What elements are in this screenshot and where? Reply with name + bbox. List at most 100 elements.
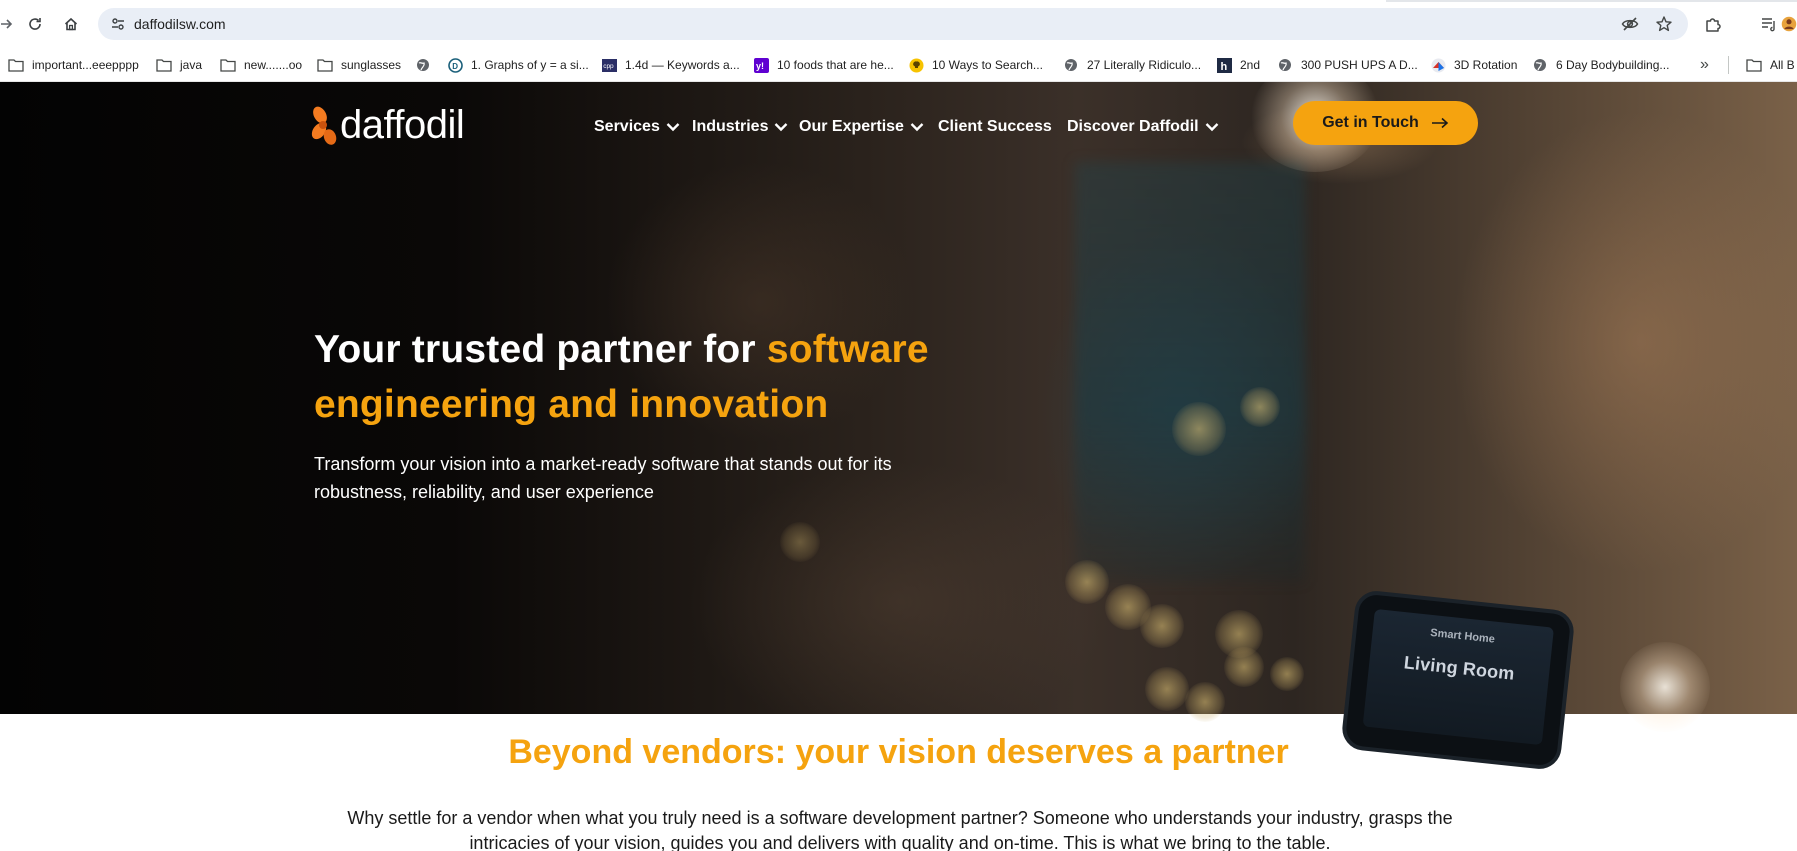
folder-icon xyxy=(156,57,172,73)
bokeh-decor xyxy=(1172,402,1226,456)
nav-label: Our Expertise xyxy=(799,118,904,135)
bookmark-bodybuilding[interactable]: 6 Day Bodybuilding... xyxy=(1532,48,1669,82)
folder-icon xyxy=(8,57,24,73)
bookmark-label: All B xyxy=(1770,58,1795,72)
bokeh-decor xyxy=(1270,657,1304,691)
globe-icon xyxy=(1277,57,1293,73)
nav-label: Industries xyxy=(692,118,769,135)
bookmark-label: 1. Graphs of y = a si... xyxy=(471,58,589,72)
bookmarks-bar: important...eeepppp java new.......oo su… xyxy=(0,48,1797,82)
daffodil-logo[interactable]: daffodil xyxy=(310,100,465,150)
light-glow-decor xyxy=(1620,642,1710,732)
bookmark-keywords[interactable]: cpp 1.4d — Keywords a... xyxy=(601,48,740,82)
hero-section: Smart Home Living Room daffodil Services xyxy=(0,82,1797,772)
phone-screen-title: Smart Home xyxy=(1429,626,1496,646)
globe-icon xyxy=(1532,57,1548,73)
bookmark-label: java xyxy=(180,58,203,72)
bookmarks-divider xyxy=(1728,56,1731,74)
browser-toolbar: daffodilsw.com xyxy=(0,0,1797,48)
tab-strip-edge xyxy=(1386,0,1797,2)
bookmark-label: 6 Day Bodybuilding... xyxy=(1556,58,1670,72)
rotation-icon xyxy=(1430,57,1446,73)
nav-label: Client Success xyxy=(938,118,1052,135)
address-bar[interactable]: daffodilsw.com xyxy=(98,8,1688,40)
bokeh-decor xyxy=(780,522,820,562)
bookmark-label: 300 PUSH UPS A D... xyxy=(1301,58,1418,72)
bookmark-push-ups[interactable]: 300 PUSH UPS A D... xyxy=(1277,48,1418,82)
folder-icon xyxy=(1746,57,1762,73)
url-text[interactable]: daffodilsw.com xyxy=(134,8,226,40)
globe-icon xyxy=(1063,57,1079,73)
svg-text:D: D xyxy=(452,61,458,70)
bokeh-decor xyxy=(1140,604,1184,648)
bookmark-label: 10 foods that are he... xyxy=(777,58,894,72)
nav-our-expertise[interactable]: Our Expertise xyxy=(799,110,924,144)
section-title: Beyond vendors: your vision deserves a p… xyxy=(508,733,1289,771)
svg-text:h: h xyxy=(1220,61,1227,73)
bookmark-ways-to-search[interactable]: 10 Ways to Search... xyxy=(908,48,1043,82)
nav-discover-daffodil[interactable]: Discover Daffodil xyxy=(1067,110,1219,144)
home-icon[interactable] xyxy=(58,11,84,37)
extensions-puzzle-icon[interactable] xyxy=(1700,11,1726,37)
site-info-icon[interactable] xyxy=(106,12,130,36)
bookmark-label: important...eeepppp xyxy=(32,58,139,72)
site-cpp-icon: cpp xyxy=(601,57,617,73)
bookmark-2nd[interactable]: h 2nd xyxy=(1216,48,1260,82)
nav-services[interactable]: Services xyxy=(594,110,680,144)
site-d-icon: D xyxy=(447,57,463,73)
nav-industries[interactable]: Industries xyxy=(692,110,788,144)
yahoo-icon: y! xyxy=(753,57,769,73)
nav-label: Discover Daffodil xyxy=(1067,118,1199,135)
folder-icon xyxy=(220,57,236,73)
bookmark-ridiculous[interactable]: 27 Literally Ridiculo... xyxy=(1063,48,1201,82)
bookmark-globe[interactable] xyxy=(415,48,439,82)
bookmark-label: 10 Ways to Search... xyxy=(932,58,1043,72)
bokeh-decor xyxy=(1065,560,1109,604)
phone-screen: Smart Home Living Room xyxy=(1362,608,1554,746)
site-header: daffodil Services Industries Our Experti… xyxy=(0,82,1797,170)
svg-text:cpp: cpp xyxy=(603,63,614,70)
logo-text: daffodil xyxy=(340,102,465,147)
reading-list-icon[interactable] xyxy=(1756,11,1782,37)
bookmark-folder-sunglasses[interactable]: sunglasses xyxy=(317,48,401,82)
globe-icon xyxy=(415,57,431,73)
bookmarks-overflow-button[interactable]: » xyxy=(1700,48,1709,82)
bookmark-folder-new[interactable]: new.......oo xyxy=(220,48,302,82)
chevron-down-icon xyxy=(774,122,788,132)
bookmark-folder-important[interactable]: important...eeepppp xyxy=(8,48,139,82)
reload-icon[interactable] xyxy=(22,11,48,37)
bulb-icon xyxy=(908,57,924,73)
bookmark-star-icon[interactable] xyxy=(1652,12,1676,36)
bookmark-folder-java[interactable]: java xyxy=(156,48,202,82)
folder-icon xyxy=(317,57,333,73)
nav-client-success[interactable]: Client Success xyxy=(938,110,1052,144)
hero-title: Your trusted partner for software engine… xyxy=(314,322,1034,432)
profile-avatar-icon[interactable] xyxy=(1781,11,1797,37)
bookmark-graphs[interactable]: D 1. Graphs of y = a si... xyxy=(447,48,589,82)
bookmark-label: 3D Rotation xyxy=(1454,58,1518,72)
chevron-down-icon xyxy=(1205,122,1219,132)
cta-label: Get in Touch xyxy=(1322,114,1419,131)
all-bookmarks-button[interactable]: All B xyxy=(1746,48,1795,82)
site-h-icon: h xyxy=(1216,57,1232,73)
daffodil-flower-icon xyxy=(311,106,337,145)
web-page: Smart Home Living Room daffodil Services xyxy=(0,82,1797,851)
hero-background-decor xyxy=(1075,162,1305,582)
bookmark-label: sunglasses xyxy=(341,58,402,72)
bookmark-foods[interactable]: y! 10 foods that are he... xyxy=(753,48,894,82)
eye-off-icon[interactable] xyxy=(1618,12,1642,36)
bookmark-3d-rotation[interactable]: 3D Rotation xyxy=(1430,48,1517,82)
hero-title-plain: Your trusted partner for xyxy=(314,328,767,371)
chevron-down-icon xyxy=(666,122,680,132)
hero-subtitle: Transform your vision into a market-read… xyxy=(314,454,892,502)
get-in-touch-button[interactable]: Get in Touch xyxy=(1293,101,1478,145)
forward-arrow-icon[interactable] xyxy=(0,11,20,37)
chevron-down-icon xyxy=(910,122,924,132)
phone-screen-room: Living Room xyxy=(1402,652,1516,684)
svg-text:y!: y! xyxy=(756,61,764,71)
bokeh-decor xyxy=(1185,682,1225,722)
arrow-right-icon xyxy=(1431,117,1449,129)
bokeh-decor xyxy=(1145,667,1189,711)
section-body: Why settle for a vendor when what you tr… xyxy=(347,808,1453,851)
bookmark-label: 27 Literally Ridiculo... xyxy=(1087,58,1202,72)
